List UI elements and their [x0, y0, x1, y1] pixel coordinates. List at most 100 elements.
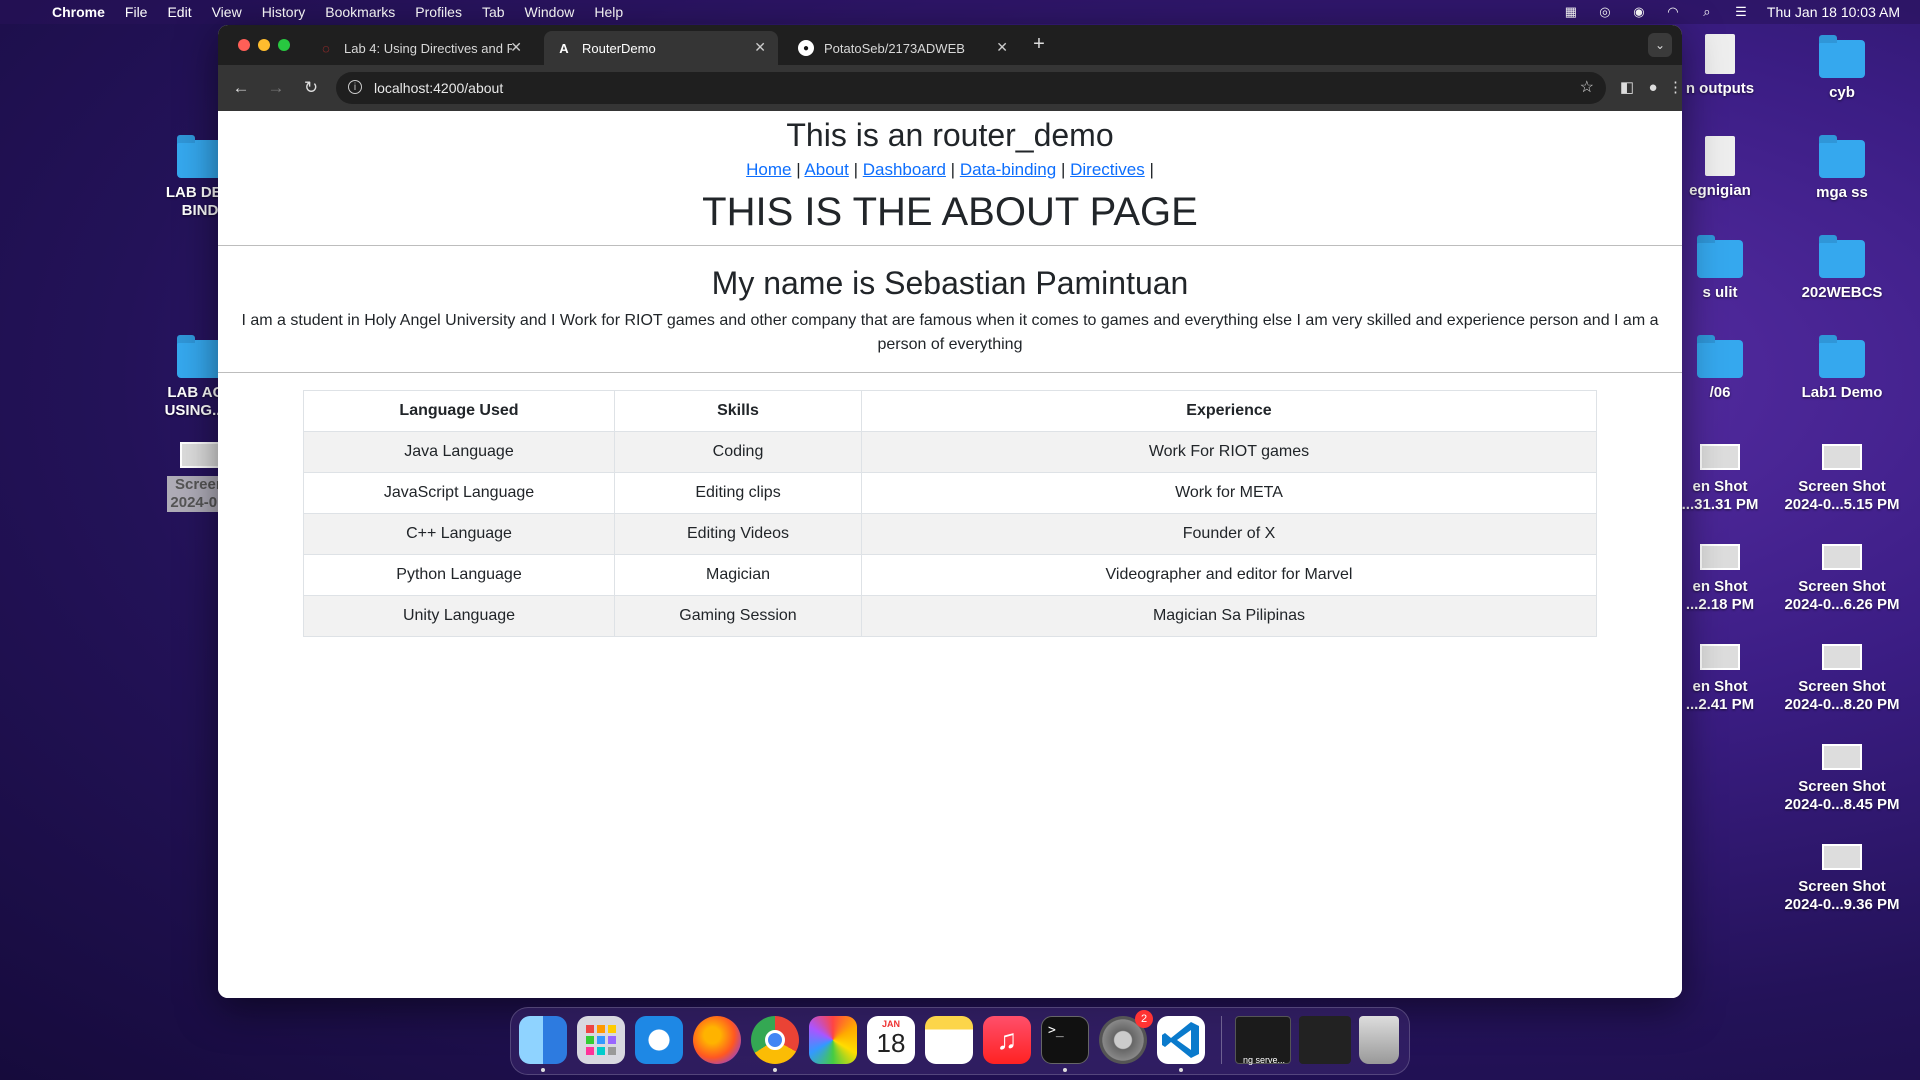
screenshot-thumbnail-icon: [1822, 544, 1862, 570]
desktop-screenshot-right-5[interactable]: Screen Shot 2024-0...9.36 PM: [1772, 844, 1912, 914]
settings-icon[interactable]: 2: [1099, 1010, 1153, 1064]
control-center-icon[interactable]: ☰: [1733, 5, 1749, 19]
folder-icon: [177, 135, 223, 178]
spinner-icon: ◌: [322, 40, 330, 56]
divider: [218, 245, 1682, 246]
screenshot-thumbnail-icon: [1822, 644, 1862, 670]
recent-vscode-window[interactable]: [1299, 1016, 1351, 1064]
chrome-center-icon: [765, 1030, 785, 1050]
name-heading: My name is Sebastian Pamintuan: [711, 265, 1189, 301]
table-header-cell: Skills: [614, 390, 862, 432]
tab-strip: ◌ Lab 4: Using Directives and R ✕ A Rout…: [218, 25, 1682, 65]
minimize-window-button[interactable]: [258, 39, 270, 51]
main-nav: Home | About | Dashboard | Data-binding …: [218, 159, 1682, 181]
terminal-icon[interactable]: >_: [1041, 1016, 1089, 1064]
running-indicator: [1179, 1068, 1183, 1072]
desktop-folder-202webcs[interactable]: 202WEBCS: [1772, 235, 1912, 302]
profile-icon[interactable]: ●: [1642, 77, 1664, 99]
table-cell: Videographer and editor for Marvel: [861, 554, 1597, 596]
close-tab-icon[interactable]: ✕: [996, 39, 1008, 56]
airdrop-icon[interactable]: ◉: [1631, 5, 1647, 19]
desktop-screenshot-right-4[interactable]: Screen Shot 2024-0...8.45 PM: [1772, 744, 1912, 814]
menu-help[interactable]: Help: [594, 4, 623, 20]
url-text: localhost:4200/about: [374, 80, 504, 96]
desktop-icon-label: Screen Shot 2024-0...5.15 PM: [1784, 478, 1900, 513]
desktop-icon-label: mga ss: [1816, 184, 1868, 201]
nav-separator: |: [1149, 160, 1154, 179]
tab-search-button[interactable]: ⌄: [1648, 33, 1672, 57]
dock: JAN 18 ♫ >_ 2 ng serve...: [510, 1007, 1410, 1075]
tab-github[interactable]: ● PotatoSeb/2173ADWEB ✕: [786, 31, 1020, 65]
desktop-icon-label: Screen Shot 2024-0...8.45 PM: [1784, 778, 1900, 813]
bookmark-star-icon[interactable]: ☆: [1580, 72, 1594, 104]
folder-icon: [1697, 335, 1743, 378]
angular-icon: A: [559, 40, 569, 56]
menu-file[interactable]: File: [125, 4, 148, 20]
wifi-icon[interactable]: ◠: [1665, 5, 1681, 19]
nav-about-link[interactable]: About: [804, 160, 848, 179]
music-note-icon: ♫: [996, 1024, 1018, 1055]
tab-title: RouterDemo: [582, 40, 656, 56]
trash-icon[interactable]: [1359, 1016, 1399, 1064]
firefox-icon[interactable]: [693, 1016, 741, 1064]
zoom-window-button[interactable]: [278, 39, 290, 51]
document-icon: [1705, 34, 1735, 74]
desktop-screenshot-right-2[interactable]: Screen Shot 2024-0...6.26 PM: [1772, 544, 1912, 614]
side-panel-icon[interactable]: ◧: [1616, 77, 1638, 99]
close-tab-icon[interactable]: ✕: [510, 39, 522, 56]
running-indicator: [541, 1068, 545, 1072]
menu-tab[interactable]: Tab: [482, 4, 505, 20]
notes-icon[interactable]: [925, 1016, 973, 1064]
forward-icon[interactable]: →: [265, 77, 287, 99]
menu-window[interactable]: Window: [525, 4, 575, 20]
nav-directives-link[interactable]: Directives: [1070, 160, 1145, 179]
recent-terminal-window[interactable]: ng serve...: [1235, 1016, 1291, 1065]
new-tab-button[interactable]: +: [1026, 33, 1052, 56]
desktop-icon-label: 202WEBCS: [1801, 284, 1883, 301]
running-indicator: [1063, 1068, 1067, 1072]
music-icon[interactable]: ♫: [983, 1016, 1031, 1064]
menubar-clock[interactable]: Thu Jan 18 10:03 AM: [1767, 4, 1900, 20]
menu-view[interactable]: View: [212, 4, 242, 20]
address-bar[interactable]: i localhost:4200/about ☆: [336, 72, 1606, 104]
reload-icon[interactable]: ↻: [300, 77, 322, 99]
calendar-icon[interactable]: JAN 18: [867, 1016, 915, 1064]
screenshot-thumbnail-icon: [1700, 644, 1740, 670]
chrome-icon[interactable]: [751, 1016, 799, 1064]
back-icon[interactable]: ←: [230, 77, 252, 99]
table-cell: Magician: [614, 554, 862, 596]
desktop-screenshot-right-1[interactable]: Screen Shot 2024-0...5.15 PM: [1772, 444, 1912, 514]
more-menu-icon[interactable]: ⋮: [1668, 77, 1682, 99]
menu-profiles[interactable]: Profiles: [415, 4, 462, 20]
safari-icon[interactable]: [635, 1016, 683, 1064]
creative-cloud-icon[interactable]: ◎: [1597, 5, 1613, 19]
tab-routerdemo[interactable]: A RouterDemo ✕: [544, 31, 778, 65]
vscode-icon[interactable]: [1157, 1016, 1205, 1064]
desktop-folder-cyb[interactable]: cyb: [1772, 35, 1912, 102]
nav-dashboard-link[interactable]: Dashboard: [863, 160, 946, 179]
close-tab-icon[interactable]: ✕: [754, 39, 766, 56]
nav-data-binding-link[interactable]: Data-binding: [960, 160, 1056, 179]
table-cell: Python Language: [303, 554, 615, 596]
tab-lab4[interactable]: ◌ Lab 4: Using Directives and R ✕: [306, 31, 534, 65]
page-title: THIS IS THE ABOUT PAGE: [702, 190, 1198, 234]
menu-bookmarks[interactable]: Bookmarks: [325, 4, 395, 20]
desktop-icon-label: Screen Shot 2024-0...8.20 PM: [1784, 678, 1900, 713]
nav-home-link[interactable]: Home: [746, 160, 791, 179]
desktop-folder-mga-ss[interactable]: mga ss: [1772, 135, 1912, 202]
finder-icon[interactable]: [519, 1016, 567, 1064]
photos-icon[interactable]: [809, 1016, 857, 1064]
menu-edit[interactable]: Edit: [167, 4, 191, 20]
desktop-folder-lab1-demo[interactable]: Lab1 Demo: [1772, 335, 1912, 402]
menu-history[interactable]: History: [262, 4, 306, 20]
desktop-screenshot-right-3[interactable]: Screen Shot 2024-0...8.20 PM: [1772, 644, 1912, 714]
page-content: This is an router_demo Home | About | Da…: [218, 111, 1682, 998]
keyboard-input-icon[interactable]: ▦: [1563, 5, 1579, 19]
table-cell: Coding: [614, 431, 862, 473]
menu-app-name[interactable]: Chrome: [52, 4, 105, 20]
site-info-icon[interactable]: i: [348, 80, 362, 94]
spotlight-search-icon[interactable]: ⌕: [1699, 5, 1715, 19]
table-cell: Java Language: [303, 431, 615, 473]
launchpad-icon[interactable]: [577, 1016, 625, 1064]
close-window-button[interactable]: [238, 39, 250, 51]
